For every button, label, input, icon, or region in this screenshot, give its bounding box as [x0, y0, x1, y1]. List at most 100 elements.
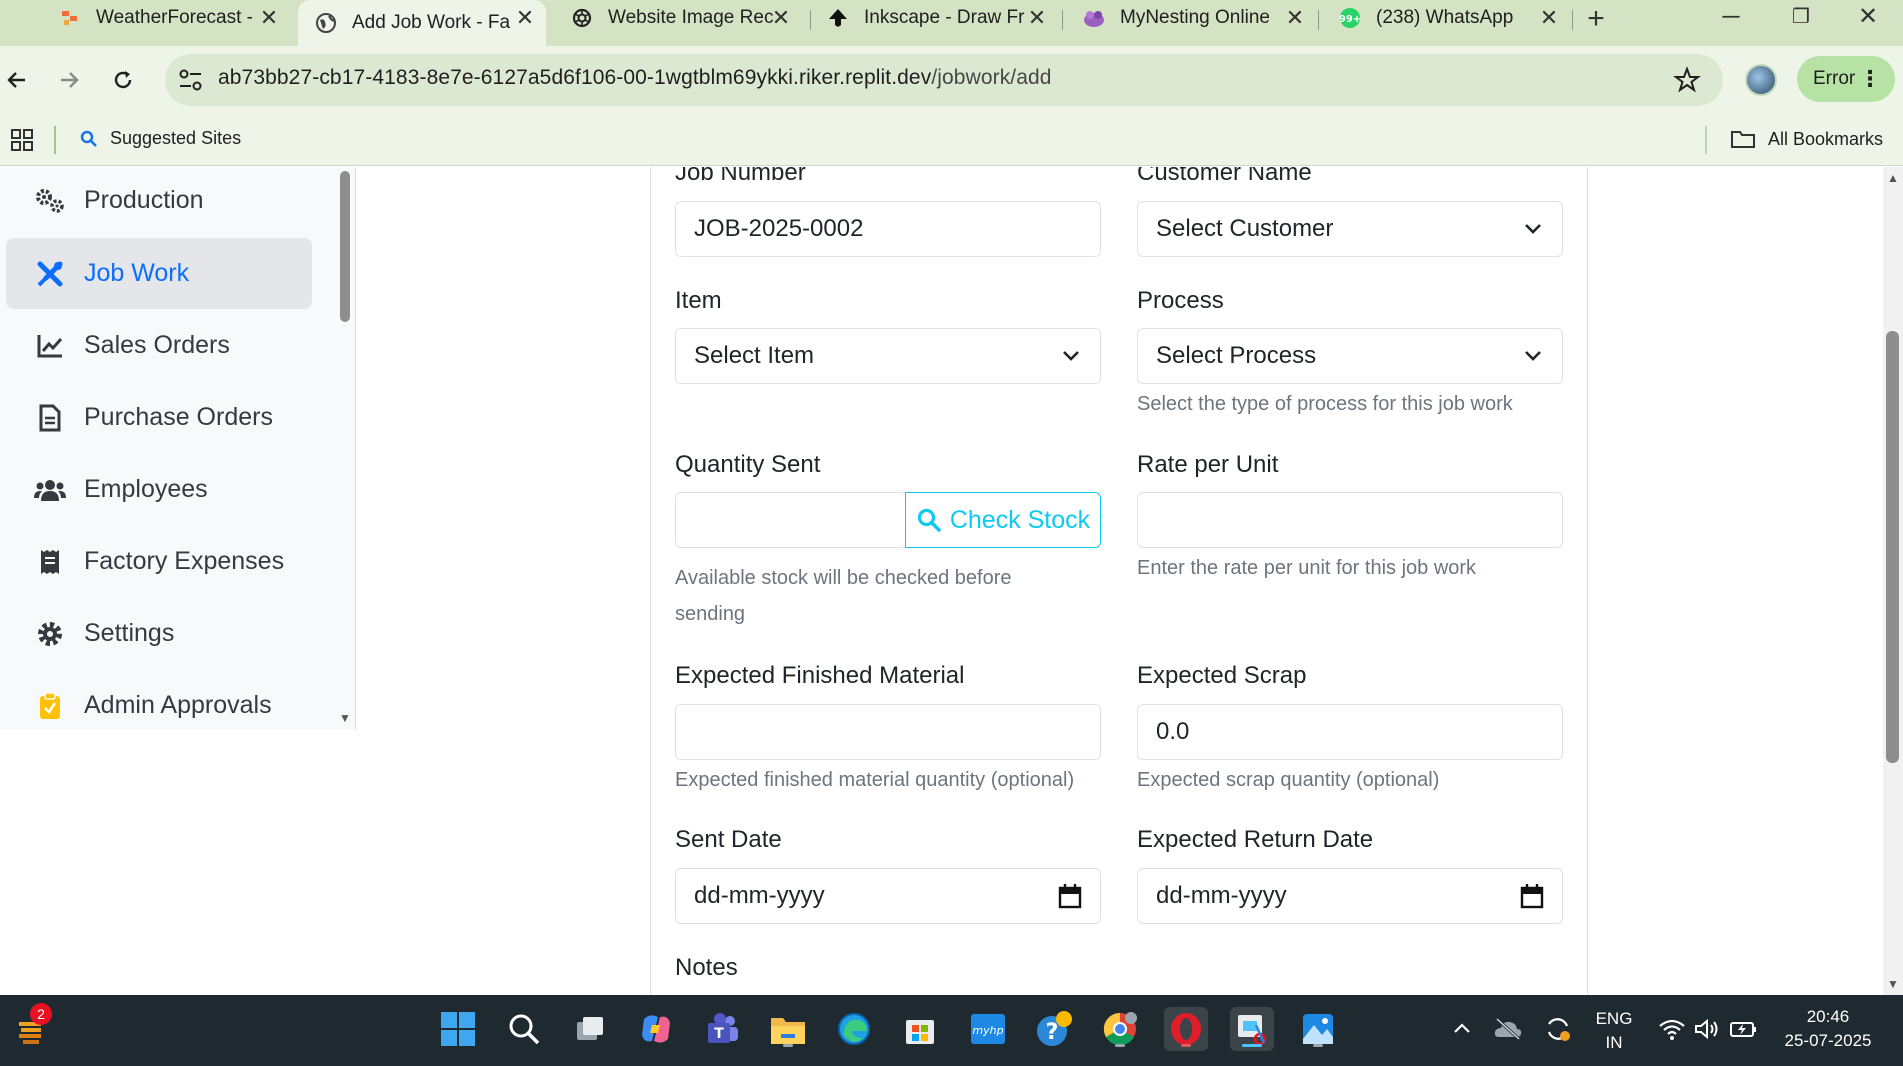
myhp-icon[interactable]: myhp: [966, 1007, 1010, 1051]
chrome-icon[interactable]: [1098, 1007, 1142, 1051]
battery-charging-icon[interactable]: [1722, 1007, 1766, 1051]
rate-per-unit-input[interactable]: [1137, 492, 1563, 548]
close-tab-icon[interactable]: ✕: [1282, 5, 1308, 31]
bookmark-label: All Bookmarks: [1768, 128, 1884, 149]
chevron-down-icon: [1063, 351, 1079, 361]
bookmark-suggested-sites[interactable]: Suggested Sites: [80, 128, 241, 149]
close-window-button[interactable]: ✕: [1833, 0, 1903, 36]
opera-icon[interactable]: [1164, 1007, 1208, 1051]
start-button[interactable]: [436, 1007, 480, 1051]
sidebar-scrollbar-thumb[interactable]: [340, 171, 350, 322]
tab-weatherforecast[interactable]: WeatherForecast - ✕: [42, 0, 290, 36]
sidebar-item-admin-approvals[interactable]: Admin Approvals: [6, 670, 312, 730]
copilot-icon[interactable]: [634, 1007, 678, 1051]
error-button[interactable]: Error ⋮: [1797, 56, 1895, 102]
search-button[interactable]: [502, 1007, 546, 1051]
clock[interactable]: 20:46 25-07-2025: [1768, 1005, 1888, 1053]
close-tab-icon[interactable]: ✕: [256, 5, 282, 31]
apps-grid-icon[interactable]: [10, 128, 34, 152]
sidebar-item-label: Sales Orders: [84, 331, 230, 359]
process-select[interactable]: Select Process: [1137, 328, 1563, 384]
openai-icon: [570, 6, 594, 30]
rate-per-unit-label: Rate per Unit: [1137, 451, 1279, 478]
tab-mynesting[interactable]: MyNesting Online ✕: [1066, 0, 1316, 36]
photos-icon[interactable]: [1296, 1007, 1340, 1051]
tab-website-image[interactable]: Website Image Rec ✕: [554, 0, 802, 36]
file-explorer-icon[interactable]: [766, 1007, 810, 1051]
close-tab-icon[interactable]: ✕: [768, 5, 794, 31]
reload-icon: [114, 71, 132, 89]
chevron-down-icon: [1525, 351, 1541, 361]
forward-button[interactable]: [52, 63, 86, 97]
running-indicator: [1181, 1044, 1191, 1047]
profile-avatar[interactable]: [1745, 64, 1777, 96]
expected-finished-input[interactable]: [675, 704, 1101, 760]
site-settings-icon[interactable]: [177, 67, 205, 93]
customer-select[interactable]: Select Customer: [1137, 201, 1563, 257]
language-code: ENG: [1595, 1009, 1633, 1028]
minimize-button[interactable]: ─: [1696, 0, 1766, 36]
customer-name-label: Customer Name: [1137, 167, 1312, 186]
chevron-down-icon: [1525, 224, 1541, 234]
tab-whatsapp[interactable]: 99+ (238) WhatsApp ✕: [1322, 0, 1570, 36]
close-tab-icon[interactable]: ✕: [1536, 5, 1562, 31]
close-tab-icon[interactable]: ✕: [512, 5, 538, 31]
expected-return-date-input[interactable]: dd-mm-yyyy: [1137, 868, 1563, 924]
notification-badge: 2: [30, 1003, 52, 1025]
sidebar-item-settings[interactable]: Settings: [6, 598, 312, 669]
get-help-icon[interactable]: ?: [1032, 1007, 1076, 1051]
sidebar-item-job-work[interactable]: Job Work: [6, 238, 312, 309]
expected-scrap-input[interactable]: 0.0: [1137, 704, 1563, 760]
item-select[interactable]: Select Item: [675, 328, 1101, 384]
scroll-down-arrow-icon[interactable]: ▼: [336, 711, 354, 725]
rate-help-text: Enter the rate per unit for this job wor…: [1137, 557, 1477, 579]
whatsapp-icon: 99+: [1338, 6, 1362, 30]
sidebar-item-employees[interactable]: Employees: [6, 454, 312, 525]
quantity-sent-input[interactable]: [675, 492, 907, 548]
restore-button[interactable]: ❐: [1766, 0, 1836, 36]
sidebar-item-label: Job Work: [84, 259, 190, 287]
sidebar-item-sales-orders[interactable]: Sales Orders: [6, 310, 312, 381]
sidebar-item-factory-expenses[interactable]: Factory Expenses: [6, 526, 312, 597]
bookmark-star-icon[interactable]: [1673, 66, 1701, 94]
search-icon: [509, 1014, 540, 1045]
reload-button[interactable]: [106, 63, 140, 97]
tab-add-job-work[interactable]: Add Job Work - Fa ✕: [298, 0, 546, 46]
onedrive-offline-icon[interactable]: [1486, 1007, 1530, 1051]
inkscape-icon: [826, 6, 850, 30]
scroll-down-arrow-icon[interactable]: ▼: [1884, 977, 1902, 991]
calendar-icon[interactable]: [1520, 883, 1544, 909]
teams-icon[interactable]: T: [700, 1007, 744, 1051]
language-indicator[interactable]: ENG IN: [1594, 1007, 1634, 1055]
task-view-button[interactable]: [568, 1007, 612, 1051]
process-label: Process: [1137, 287, 1224, 314]
scroll-up-arrow-icon[interactable]: ▲: [1884, 171, 1902, 185]
sent-date-input[interactable]: dd-mm-yyyy: [675, 868, 1101, 924]
address-bar[interactable]: ab73bb27-cb17-4183-8e7e-6127a5d6f106-00-…: [165, 54, 1723, 106]
show-hidden-icons-chevron-up-icon[interactable]: [1440, 1007, 1484, 1051]
windows-taskbar: 2 T myhp ? ENG IN 20:46 25-07-2025: [0, 995, 1903, 1066]
job-number-input[interactable]: JOB-2025-0002: [675, 201, 1101, 257]
svg-text:myhp: myhp: [972, 1024, 1003, 1037]
back-button[interactable]: [0, 63, 34, 97]
all-bookmarks-button[interactable]: All Bookmarks: [1730, 128, 1883, 150]
clock-date: 25-07-2025: [1784, 1031, 1872, 1050]
calendar-icon[interactable]: [1058, 883, 1082, 909]
expected-scrap-value: 0.0: [1156, 718, 1190, 745]
check-stock-button[interactable]: Check Stock: [905, 492, 1101, 548]
sync-icon[interactable]: [1536, 1007, 1580, 1051]
page-scrollbar-thumb[interactable]: [1886, 331, 1899, 763]
edge-icon[interactable]: [832, 1007, 876, 1051]
new-tab-button[interactable]: +: [1578, 2, 1614, 36]
browser-tab-strip: WeatherForecast - ✕ Add Job Work - Fa ✕ …: [0, 0, 1903, 46]
sidebar-item-purchase-orders[interactable]: Purchase Orders: [6, 382, 312, 453]
microsoft-store-icon[interactable]: [898, 1007, 942, 1051]
snipping-tool-icon[interactable]: [1230, 1007, 1274, 1051]
expected-scrap-label: Expected Scrap: [1137, 662, 1307, 689]
sidebar-item-production[interactable]: Production: [6, 167, 312, 236]
search-icon: [917, 508, 941, 532]
expected-return-date-label: Expected Return Date: [1137, 826, 1374, 853]
close-tab-icon[interactable]: ✕: [1024, 5, 1050, 31]
tab-inkscape[interactable]: Inkscape - Draw Fr ✕: [810, 0, 1058, 36]
region-code: IN: [1605, 1033, 1623, 1052]
